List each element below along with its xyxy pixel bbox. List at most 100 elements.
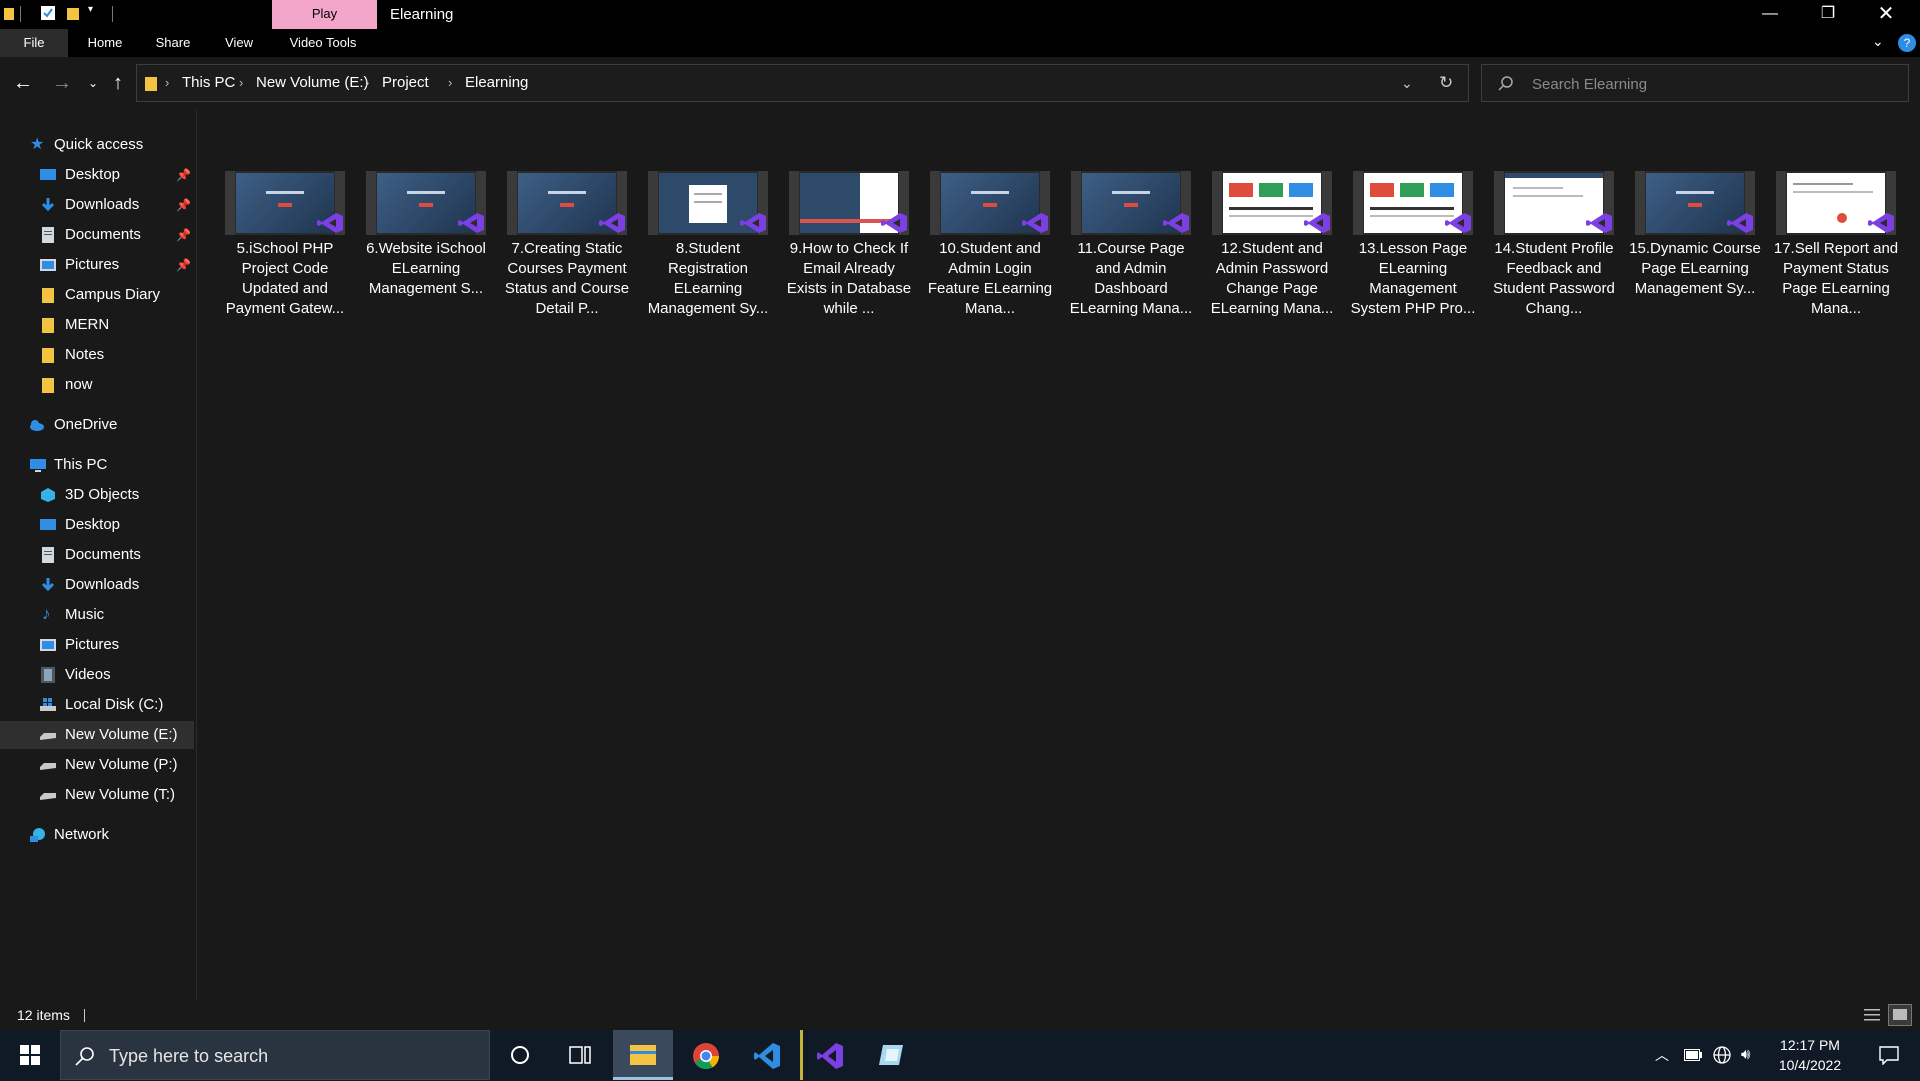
large-icons-view-button[interactable] (1888, 1004, 1912, 1026)
tab-home[interactable]: Home (80, 29, 130, 57)
breadcrumb-this-pc[interactable]: This PC (182, 65, 235, 101)
nav-videos[interactable]: Videos (0, 661, 194, 689)
refresh-icon[interactable]: ↻ (1439, 65, 1453, 101)
play-context-tab[interactable]: Play (272, 0, 377, 29)
nav-qa-mern[interactable]: MERN (0, 311, 194, 339)
breadcrumb-chevron-icon: › (365, 75, 370, 90)
drive-icon (40, 763, 56, 770)
show-hidden-icons-icon[interactable]: ︿ (1655, 1030, 1669, 1080)
ribbon-expand-icon[interactable]: ⌄ (1872, 33, 1884, 50)
file-tile[interactable]: 7.Creating Static Courses Payment Status… (501, 171, 633, 331)
recent-locations-button[interactable]: ⌄ (80, 69, 106, 97)
nav-qa-pictures[interactable]: Pictures 📌 (0, 251, 194, 279)
downloads-icon (41, 578, 55, 592)
file-name: 12.Student and Admin Password Change Pag… (1210, 240, 1334, 317)
file-tile[interactable]: 9.How to Check If Email Already Exists i… (783, 171, 915, 331)
nav-qa-campus-diary[interactable]: Campus Diary (0, 281, 194, 309)
help-icon[interactable]: ? (1898, 34, 1916, 52)
tab-file[interactable]: File (0, 29, 68, 57)
file-name: 6.Website iSchool ELearning Management S… (366, 240, 486, 297)
taskbar-visual-studio[interactable] (800, 1030, 860, 1080)
taskbar-file-explorer[interactable] (613, 1030, 673, 1080)
properties-icon[interactable] (41, 6, 55, 20)
breadcrumb-project[interactable]: Project (382, 65, 429, 101)
close-button[interactable]: ✕ (1857, 0, 1915, 29)
taskbar-notepad-app[interactable] (861, 1030, 921, 1080)
nav-quick-access[interactable]: ★ Quick access (0, 131, 194, 159)
taskbar-chrome[interactable] (676, 1030, 736, 1080)
nav-documents[interactable]: Documents (0, 541, 194, 569)
desktop-icon (40, 169, 56, 180)
folder-icon (42, 378, 54, 393)
nav-qa-now[interactable]: now (0, 371, 194, 399)
search-box[interactable] (1481, 64, 1909, 103)
nav-new-volume-t[interactable]: New Volume (T:) (0, 781, 194, 809)
restore-button[interactable]: ❐ (1799, 0, 1857, 29)
cortana-button[interactable] (490, 1030, 550, 1080)
file-tile[interactable]: 10.Student and Admin Login Feature ELear… (924, 171, 1056, 331)
globe-network-icon[interactable] (1712, 1030, 1732, 1080)
folder-icon (4, 8, 14, 20)
video-thumbnail (930, 171, 1050, 235)
nav-local-disk-c[interactable]: Local Disk (C:) (0, 691, 194, 719)
nav-downloads[interactable]: Downloads (0, 571, 194, 599)
action-center-button[interactable] (1864, 1030, 1914, 1080)
file-tile[interactable]: 13.Lesson Page ELearning Management Syst… (1347, 171, 1479, 331)
nav-qa-documents[interactable]: Documents 📌 (0, 221, 194, 249)
nav-this-pc[interactable]: This PC (0, 451, 194, 479)
large-icons-view-icon (1893, 1009, 1907, 1020)
tab-share[interactable]: Share (148, 29, 198, 57)
nav-network[interactable]: Network (0, 821, 194, 849)
minimize-button[interactable]: — (1741, 0, 1799, 29)
forward-button[interactable]: → (49, 69, 75, 97)
nav-new-volume-p[interactable]: New Volume (P:) (0, 751, 194, 779)
tab-video-tools[interactable]: Video Tools (280, 29, 366, 57)
taskbar-search-placeholder: Type here to search (109, 1046, 269, 1066)
taskbar-search-box[interactable]: Type here to search (60, 1030, 490, 1080)
address-dropdown-icon[interactable]: ⌄ (1401, 65, 1413, 101)
battery-icon[interactable] (1684, 1030, 1702, 1080)
visual-studio-icon (1163, 213, 1189, 233)
file-tile[interactable]: 8.Student Registration ELearning Managem… (642, 171, 774, 331)
video-thumbnail (507, 171, 627, 235)
volume-icon[interactable]: 🔊︎ (1741, 1030, 1750, 1080)
nav-new-volume-e[interactable]: New Volume (E:) (0, 721, 194, 749)
file-tile[interactable]: 17.Sell Report and Payment Status Page E… (1770, 171, 1902, 331)
clock[interactable]: 12:17 PM 10/4/2022 (1770, 1035, 1850, 1075)
nav-music[interactable]: ♪ Music (0, 601, 194, 629)
breadcrumb-elearning[interactable]: Elearning (465, 65, 528, 101)
clock-time: 12:17 PM (1780, 1037, 1840, 1053)
back-button[interactable]: ← (10, 69, 36, 97)
details-view-button[interactable] (1862, 1005, 1882, 1025)
visual-studio-icon (599, 213, 625, 233)
file-tile[interactable]: 11.Course Page and Admin Dashboard ELear… (1065, 171, 1197, 331)
nav-onedrive[interactable]: OneDrive (0, 411, 194, 439)
start-button[interactable] (0, 1030, 60, 1080)
nav-qa-downloads[interactable]: Downloads 📌 (0, 191, 194, 219)
cloud-icon (30, 420, 44, 431)
search-input[interactable] (1530, 65, 1894, 103)
nav-qa-notes[interactable]: Notes (0, 341, 194, 369)
file-name: 13.Lesson Page ELearning Management Syst… (1350, 240, 1476, 317)
visual-studio-icon (1586, 213, 1612, 233)
nav-3d-objects[interactable]: 3D Objects (0, 481, 194, 509)
breadcrumb-new-volume-e[interactable]: New Volume (E:) (256, 65, 369, 101)
file-tile[interactable]: 5.iSchool PHP Project Code Updated and P… (219, 171, 351, 331)
file-tile[interactable]: 14.Student Profile Feedback and Student … (1488, 171, 1620, 331)
task-view-button[interactable] (550, 1030, 610, 1080)
address-row: ← → ⌄ ↑ › This PC › New Volume (E:) › Pr… (0, 57, 1920, 109)
breadcrumb-chevron-icon: › (239, 75, 244, 90)
file-tile[interactable]: 6.Website iSchool ELearning Management S… (360, 171, 492, 331)
nav-desktop[interactable]: Desktop (0, 511, 194, 539)
nav-pictures[interactable]: Pictures (0, 631, 194, 659)
address-bar[interactable]: › This PC › New Volume (E:) › Project › … (136, 64, 1469, 102)
customize-qat-icon[interactable]: ▾ (88, 4, 93, 15)
file-tile[interactable]: 12.Student and Admin Password Change Pag… (1206, 171, 1338, 331)
taskbar-vscode[interactable] (737, 1030, 797, 1080)
star-icon: ★ (30, 136, 45, 153)
up-button[interactable]: ↑ (105, 69, 131, 97)
nav-qa-desktop[interactable]: Desktop 📌 (0, 161, 194, 189)
tab-view[interactable]: View (214, 29, 264, 57)
file-tile[interactable]: 15.Dynamic Course Page ELearning Managem… (1629, 171, 1761, 331)
new-folder-icon[interactable] (67, 6, 79, 20)
